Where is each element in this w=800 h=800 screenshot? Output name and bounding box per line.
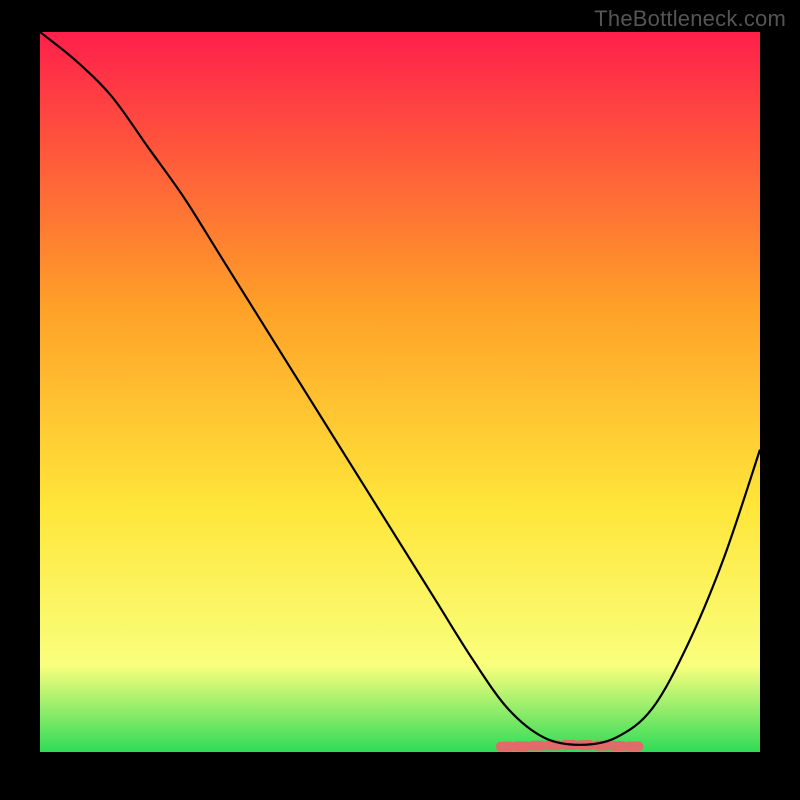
watermark-text: TheBottleneck.com	[594, 6, 786, 32]
gradient-background	[40, 32, 760, 752]
chart-container: TheBottleneck.com	[0, 0, 800, 800]
plot-area	[40, 32, 760, 752]
chart-svg	[40, 32, 760, 752]
